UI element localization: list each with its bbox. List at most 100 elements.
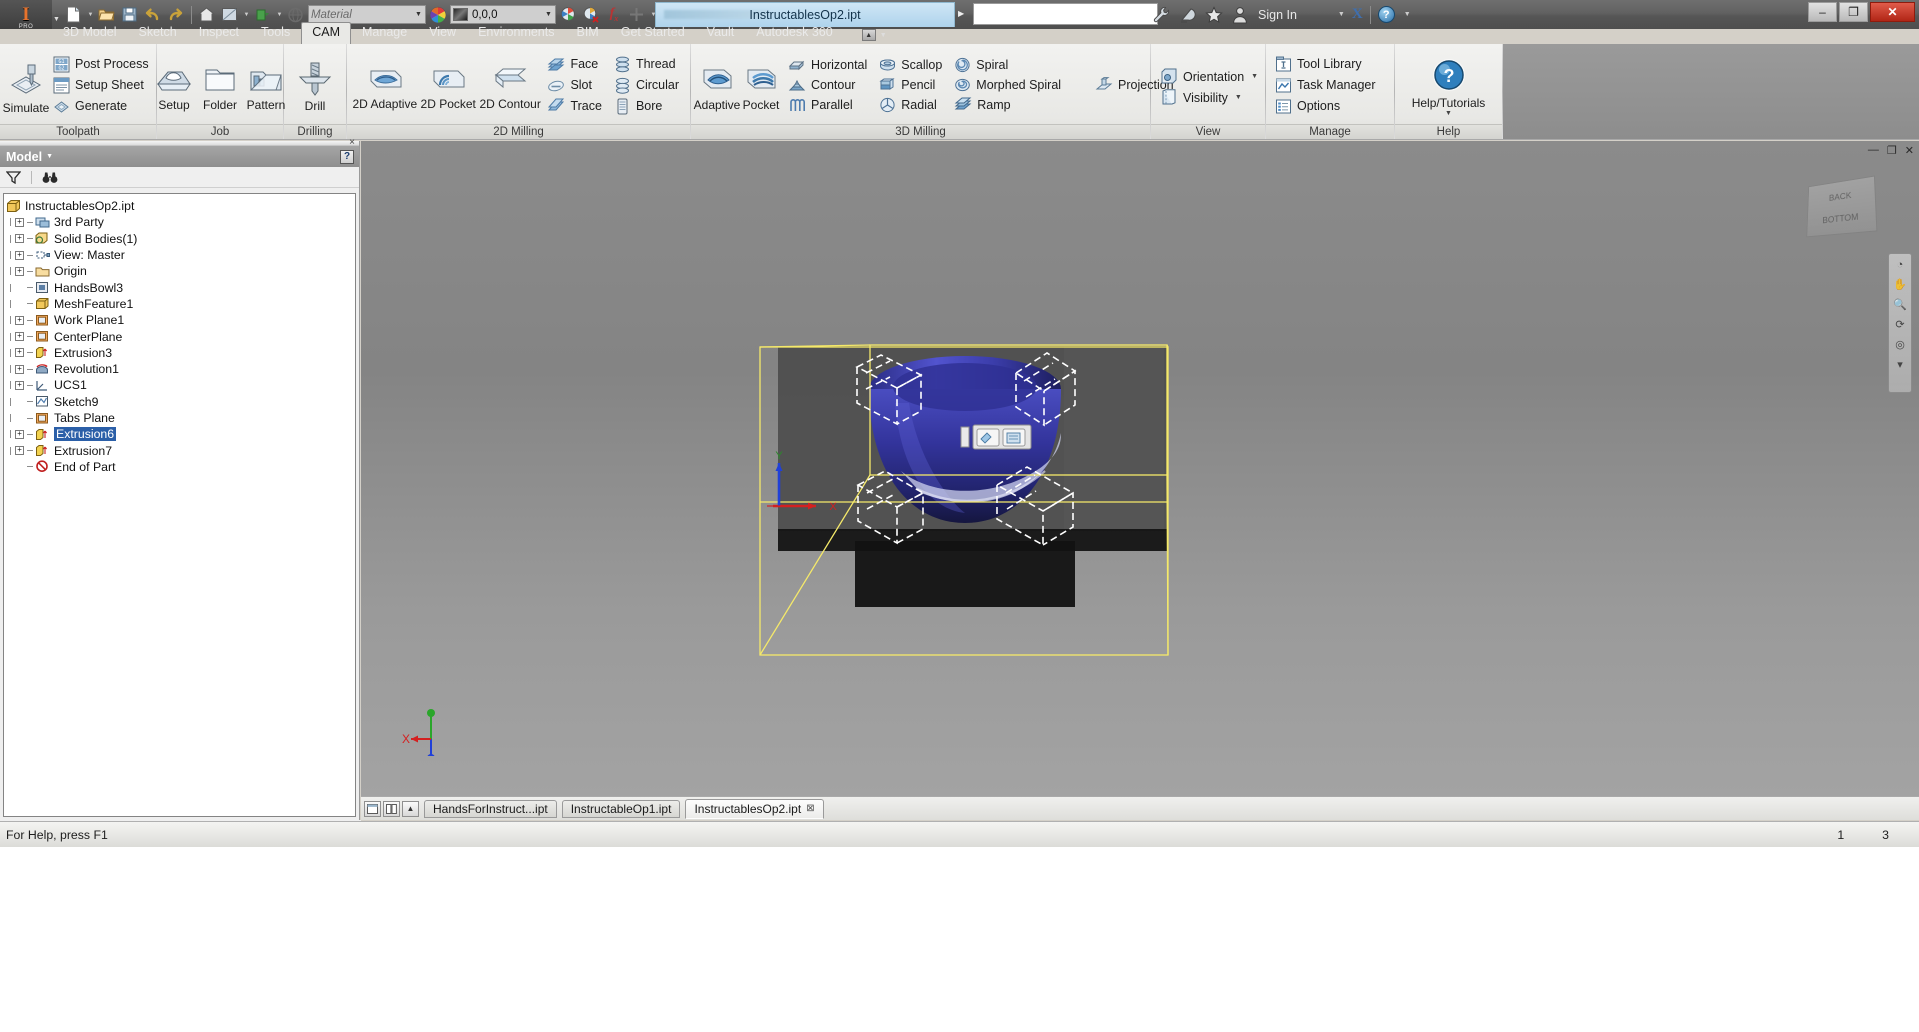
help-icon[interactable]: ?	[1377, 6, 1395, 23]
tree-item-extrusion7[interactable]: + Extrusion7	[6, 442, 355, 458]
model-tree-container[interactable]: InstructablesOp2.ipt + 3rd Party + Solid…	[3, 193, 356, 817]
tree-item-extrusion6[interactable]: + Extrusion6	[6, 426, 355, 442]
2d-adaptive-button[interactable]: 2D Adaptive	[351, 60, 419, 111]
browser-help-badge[interactable]: ?	[340, 149, 354, 164]
visibility-chevron-icon[interactable]: ▼	[1235, 94, 1242, 101]
graphics-viewport[interactable]: — ❐ ✕ BACK BOTTOM ◔ ✋ 🔍 ⟳ ◎ ▾ Y X X	[361, 141, 1919, 796]
scallop-button[interactable]: Scallop	[877, 56, 946, 74]
favorites-star-icon[interactable]	[1204, 5, 1223, 24]
browser-dropdown-chevron-icon[interactable]: ▼	[46, 153, 53, 160]
material-chevron-icon[interactable]: ▼	[415, 11, 422, 18]
tree-item-handsbowl3[interactable]: HandsBowl3	[6, 279, 355, 295]
tabbar-scroll-up-button[interactable]: ▲	[402, 800, 419, 817]
trace-button[interactable]: Trace	[545, 97, 606, 116]
slot-button[interactable]: Slot	[545, 76, 606, 95]
tool-library-button[interactable]: Tool Library	[1273, 55, 1380, 74]
sign-in-chevron-icon[interactable]: ▼	[1338, 11, 1345, 18]
ribbon-options-chevron-icon[interactable]: ▼	[880, 32, 887, 39]
pencil-button[interactable]: Pencil	[877, 76, 946, 94]
morphed-spiral-button[interactable]: Morphed Spiral	[952, 76, 1065, 94]
pocket-button[interactable]: Pocket	[739, 59, 783, 112]
search-input[interactable]	[973, 3, 1158, 25]
document-tab-instructablesop2[interactable]: InstructablesOp2.ipt ⊠	[685, 798, 824, 819]
tree-item-solid-bodies[interactable]: + Solid Bodies(1)	[6, 231, 355, 247]
simulate-button[interactable]: Simulate	[3, 56, 49, 115]
tree-expander-icon[interactable]: +	[15, 234, 24, 244]
tree-item-ucs1[interactable]: + UCS1	[6, 377, 355, 393]
drill-button[interactable]: Drill	[293, 58, 337, 113]
single-view-button[interactable]	[364, 800, 381, 817]
document-tab-handsforinstruct[interactable]: HandsForInstruct...ipt	[424, 799, 557, 818]
orientation-button[interactable]: Orientation ▼	[1158, 67, 1262, 86]
setup-button[interactable]: Setup	[152, 59, 196, 112]
viewport-restore-icon[interactable]: ❐	[1887, 144, 1897, 157]
tree-item-extrusion3[interactable]: + Extrusion3	[6, 345, 355, 361]
tree-expander-icon[interactable]: +	[15, 348, 24, 358]
adaptive-button[interactable]: Adaptive	[694, 59, 740, 112]
split-view-button[interactable]	[383, 800, 400, 817]
pattern-button[interactable]: Pattern	[244, 59, 288, 112]
tree-expander-icon[interactable]: +	[15, 380, 24, 390]
tab-sketch[interactable]: Sketch	[128, 22, 188, 44]
restore-button[interactable]: ❐	[1839, 2, 1868, 22]
tree-item-revolution1[interactable]: + Revolution1	[6, 361, 355, 377]
tab-inspect[interactable]: Inspect	[188, 22, 250, 44]
sign-in-label[interactable]: Sign In	[1258, 8, 1297, 22]
minimize-button[interactable]: –	[1808, 2, 1837, 22]
2d-pocket-button[interactable]: 2D Pocket	[419, 60, 478, 111]
cad-scene[interactable]: Y X	[361, 141, 1919, 796]
tree-expander-icon[interactable]: +	[15, 250, 24, 260]
face-button[interactable]: Face	[545, 55, 606, 74]
help-tutorials-chevron-icon[interactable]: ▼	[1445, 110, 1452, 117]
tree-item-view-master[interactable]: + View: Master	[6, 247, 355, 263]
tree-expander-icon[interactable]: +	[15, 446, 24, 456]
tree-expander-icon[interactable]: +	[15, 429, 24, 439]
binoculars-icon[interactable]	[42, 171, 58, 184]
orientation-chevron-icon[interactable]: ▼	[1251, 73, 1258, 80]
help-chevron-icon[interactable]: ▼	[1404, 11, 1411, 18]
filter-icon[interactable]	[6, 170, 21, 184]
tab-vault[interactable]: Vault	[696, 22, 746, 44]
document-tab-instructableop1[interactable]: InstructableOp1.ipt	[561, 799, 681, 818]
tree-item-end-of-part[interactable]: End of Part	[6, 459, 355, 475]
ribbon-minimize-icon[interactable]: ▲	[861, 29, 876, 41]
return-chevron-icon[interactable]: ▼	[275, 12, 284, 18]
horizontal-button[interactable]: Horizontal	[786, 56, 871, 74]
tree-item-origin[interactable]: + Origin	[6, 263, 355, 279]
options-button[interactable]: Options	[1273, 97, 1380, 116]
tab-cam[interactable]: CAM	[301, 22, 351, 44]
appearance-chevron-icon[interactable]: ▼	[242, 12, 251, 18]
tree-expander-icon[interactable]: +	[15, 364, 24, 374]
parallel-button[interactable]: Parallel	[786, 96, 871, 114]
2d-contour-button[interactable]: 2D Contour	[478, 60, 543, 111]
tab-bim[interactable]: BIM	[566, 22, 610, 44]
tree-expander-icon[interactable]: +	[15, 266, 24, 276]
circular-button[interactable]: Circular	[612, 76, 683, 95]
spiral-button[interactable]: Spiral	[952, 56, 1065, 74]
help-tutorials-button[interactable]: ? Help/Tutorials ▼	[1407, 53, 1491, 117]
bore-button[interactable]: Bore	[612, 97, 683, 116]
document-list-chevron-icon[interactable]: ▶	[958, 9, 964, 18]
tree-expander-icon[interactable]: +	[15, 217, 24, 227]
tab-tools[interactable]: Tools	[250, 22, 301, 44]
tab-3d-model[interactable]: 3D Model	[52, 22, 128, 44]
ramp-button[interactable]: Ramp	[952, 96, 1065, 114]
viewport-minimize-icon[interactable]: —	[1868, 144, 1879, 157]
tree-item-tabs-plane[interactable]: Tabs Plane	[6, 410, 355, 426]
app-logo-button[interactable]: I PRO	[0, 0, 52, 30]
document-tab-close-icon[interactable]: ⊠	[806, 803, 814, 814]
tab-autodesk-360[interactable]: Autodesk 360	[745, 22, 843, 44]
contour-button[interactable]: Contour	[786, 76, 871, 94]
thread-button[interactable]: Thread	[612, 55, 683, 74]
appearance-combo-chevron-icon[interactable]: ▼	[545, 11, 552, 18]
tab-view[interactable]: View	[418, 22, 467, 44]
tree-item-work-plane1[interactable]: + Work Plane1	[6, 312, 355, 328]
radial-button[interactable]: Radial	[877, 96, 946, 114]
viewport-close-icon[interactable]: ✕	[1905, 144, 1914, 157]
tree-expander-icon[interactable]: +	[15, 332, 24, 342]
satellite-icon[interactable]	[1178, 5, 1197, 24]
tree-item-meshfeature1[interactable]: MeshFeature1	[6, 296, 355, 312]
tree-item-sketch9[interactable]: Sketch9	[6, 394, 355, 410]
user-avatar-icon[interactable]	[1230, 5, 1249, 24]
tree-expander-icon[interactable]: +	[15, 315, 24, 325]
